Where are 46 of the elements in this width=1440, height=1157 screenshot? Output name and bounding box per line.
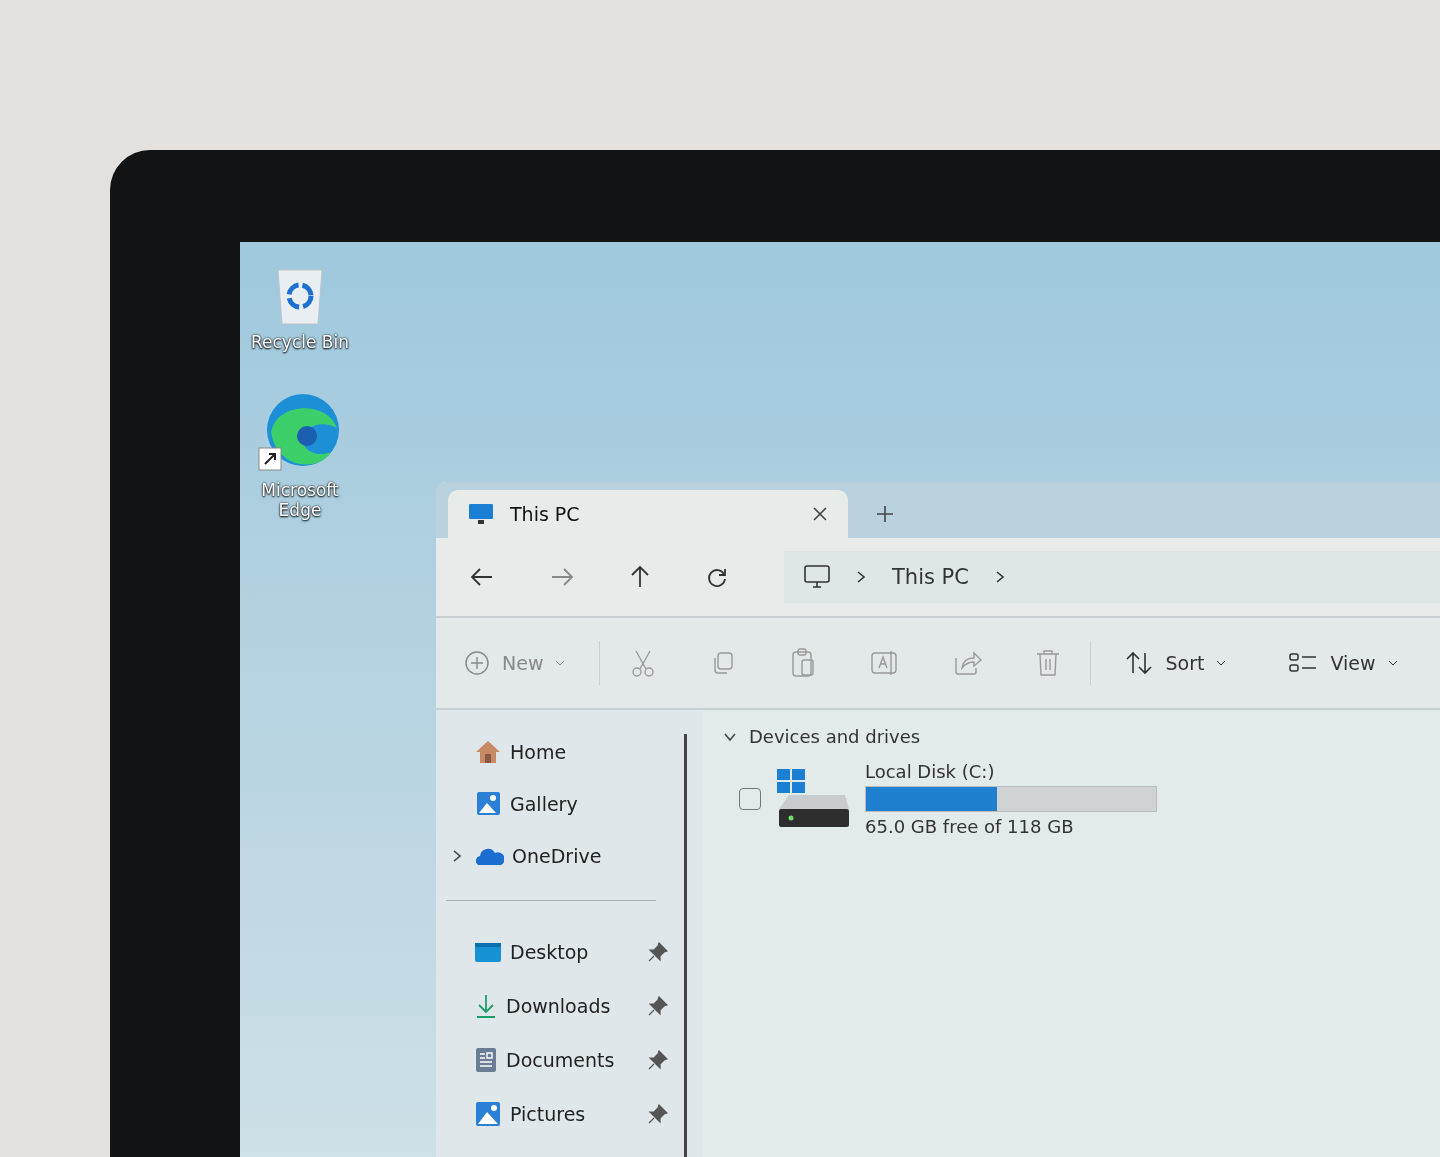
picture-icon — [474, 1100, 502, 1128]
sidebar-item[interactable]: Desktop — [446, 925, 676, 979]
house-icon — [474, 739, 502, 765]
document-icon — [474, 1046, 498, 1074]
desktop-icon-label: Microsoft Edge — [260, 480, 340, 520]
chevron-icon — [856, 570, 866, 584]
list-view-icon — [1288, 651, 1319, 675]
sidebar-item[interactable]: Documents — [446, 1033, 676, 1087]
back-icon[interactable] — [470, 567, 494, 587]
desktop-folder-icon — [474, 941, 502, 963]
drive-name[interactable]: Local Disk (C:) — [865, 761, 1157, 782]
plus-circle-icon — [464, 650, 490, 676]
view-button[interactable]: View — [1284, 647, 1402, 679]
drive-free-space: 65.0 GB free of 118 GB — [865, 816, 1075, 837]
caret-icon — [555, 659, 566, 667]
checkbox[interactable] — [739, 788, 761, 810]
sidebar-item[interactable]: OneDrive — [446, 830, 676, 882]
sort-arrows-icon — [1125, 651, 1154, 675]
up-icon[interactable] — [630, 565, 650, 589]
chevron-icon[interactable] — [994, 570, 1005, 584]
desktop-icon-label: Recycle Bin — [250, 332, 350, 352]
pin-icon[interactable] — [648, 996, 668, 1016]
breadcrumb-item[interactable]: This PC — [892, 565, 969, 589]
sidebar-item[interactable]: Gallery — [446, 778, 676, 830]
caret-icon — [1387, 659, 1398, 667]
monitor-icon — [468, 503, 494, 525]
new-tab-icon[interactable] — [876, 505, 894, 523]
window-tab[interactable]: This PC — [448, 490, 848, 538]
sidebar-item[interactable]: Home — [446, 726, 676, 778]
sidebar-item[interactable]: Pictures — [446, 1087, 676, 1141]
caret-icon — [1216, 659, 1227, 667]
pin-icon[interactable] — [648, 1050, 668, 1070]
download-icon — [474, 993, 498, 1019]
picture-icon — [474, 790, 502, 818]
sort-button[interactable]: Sort — [1121, 647, 1231, 679]
chevron-icon — [723, 731, 737, 742]
pin-icon[interactable] — [648, 942, 668, 962]
address-bar[interactable]: This PC — [784, 551, 1440, 603]
close-icon[interactable] — [812, 506, 828, 522]
group-header[interactable]: Devices and drives — [723, 726, 1440, 747]
forward-icon[interactable] — [550, 567, 574, 587]
pin-icon[interactable] — [648, 1104, 668, 1124]
sidebar-item[interactable]: Downloads — [446, 979, 676, 1033]
monitor-icon — [804, 565, 830, 589]
refresh-icon[interactable] — [706, 566, 728, 588]
cloud-icon — [474, 846, 504, 866]
